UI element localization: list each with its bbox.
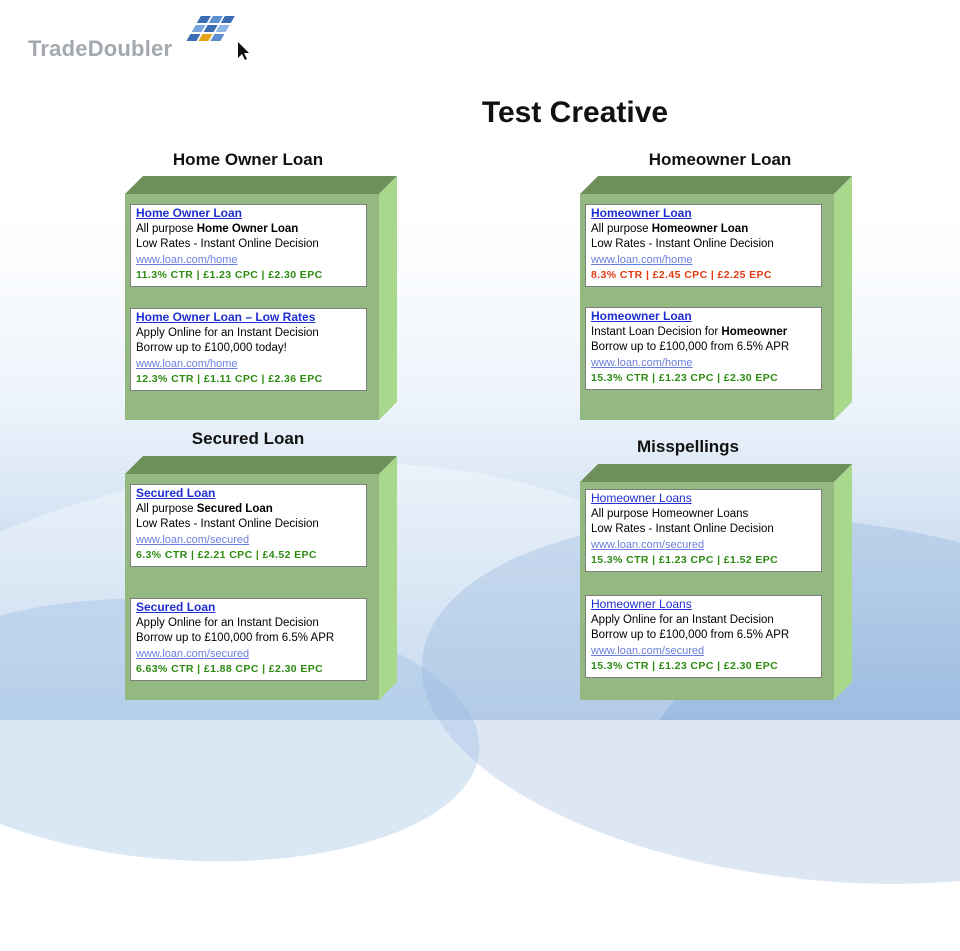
ad-headline-link[interactable]: Homeowner Loans [591, 491, 821, 507]
ad-description-line: Apply Online for an Instant Decision [136, 616, 319, 629]
section-title-misspellings: Misspellings [636, 437, 740, 456]
text-ad: Home Owner Loan All purpose Home Owner L… [130, 204, 367, 287]
ad-description-line: Low Rates - Instant Online Decision [136, 238, 319, 250]
text-ad: Home Owner Loan – Low Rates Apply Online… [130, 308, 367, 391]
ad-stats: 11.3% CTR | £1.23 CPC | £2.30 EPC [136, 269, 323, 281]
ad-display-url[interactable]: www.loan.com/secured [591, 538, 821, 554]
ad-display-url[interactable]: www.loan.com/secured [136, 647, 366, 663]
ad-stats: 6.3% CTR | £2.21 CPC | £4.52 EPC [136, 549, 317, 561]
text-ad: Homeowner Loan Instant Loan Decision for… [585, 307, 822, 390]
ad-description-line: Instant Loan Decision for Homeowner [591, 325, 788, 338]
text-ad: Homeowner Loans All purpose Homeowner Lo… [585, 489, 822, 572]
ad-stats: 15.3% CTR | £1.23 CPC | £2.30 EPC [591, 660, 779, 672]
ad-stats: 12.3% CTR | £1.11 CPC | £2.36 EPC [136, 373, 323, 385]
ad-display-url[interactable]: www.loan.com/home [136, 357, 366, 373]
text-ad: Homeowner Loan All purpose Homeowner Loa… [585, 204, 822, 287]
ad-display-url[interactable]: www.loan.com/secured [591, 644, 821, 660]
ad-description-line: All purpose Secured Loan [136, 502, 273, 515]
ad-description-line: Low Rates - Instant Online Decision [136, 518, 319, 530]
ad-description-line: All purpose Homeowner Loans [591, 507, 749, 520]
section-title-home-owner-loan: Home Owner Loan [172, 150, 324, 169]
ad-description-line: Low Rates - Instant Online Decision [591, 523, 774, 535]
page-title: Test Creative [481, 96, 669, 129]
ad-description-line: Apply Online for an Instant Decision [591, 613, 774, 626]
ad-group-box: Home Owner Loan All purpose Home Owner L… [125, 176, 397, 420]
tradedoubler-logo: TradeDoubler [28, 14, 249, 66]
ad-headline-link[interactable]: Homeowner Loans [591, 597, 821, 613]
ad-headline-link[interactable]: Homeowner Loan [591, 309, 821, 325]
ad-display-url[interactable]: www.loan.com/home [591, 253, 821, 269]
logo-tiles-icon [186, 16, 249, 60]
ad-display-url[interactable]: www.loan.com/home [136, 253, 366, 269]
text-ad: Homeowner Loans Apply Online for an Inst… [585, 595, 822, 678]
cursor-icon [238, 42, 249, 60]
text-ad: Secured Loan Apply Online for an Instant… [130, 598, 367, 681]
ad-stats: 15.3% CTR | £1.23 CPC | £2.30 EPC [591, 372, 779, 384]
ad-stats: 6.63% CTR | £1.88 CPC | £2.30 EPC [136, 663, 324, 675]
ad-headline-link[interactable]: Homeowner Loan [591, 206, 821, 222]
ad-description-line: Borrow up to £100,000 from 6.5% APR [591, 341, 790, 353]
ad-description-line: All purpose Home Owner Loan [136, 222, 299, 235]
ad-group-box: Homeowner Loan All purpose Homeowner Loa… [580, 176, 852, 420]
ad-description-line: Borrow up to £100,000 from 6.5% APR [136, 632, 335, 644]
ad-group-box: Secured Loan All purpose Secured Loan Lo… [125, 456, 397, 700]
ad-display-url[interactable]: www.loan.com/secured [136, 533, 366, 549]
section-title-secured-loan: Secured Loan [191, 429, 305, 448]
logo-wordmark: TradeDoubler [28, 36, 173, 61]
ad-headline-link[interactable]: Secured Loan [136, 600, 366, 616]
text-ad: Secured Loan All purpose Secured Loan Lo… [130, 484, 367, 567]
ad-group-box: Homeowner Loans All purpose Homeowner Lo… [580, 464, 852, 700]
ad-description-line: Borrow up to £100,000 from 6.5% APR [591, 629, 790, 641]
ad-description-line: Low Rates - Instant Online Decision [591, 238, 774, 250]
ad-description-line: All purpose Homeowner Loan [591, 222, 749, 235]
ad-headline-link[interactable]: Home Owner Loan – Low Rates [136, 310, 366, 326]
ad-stats: 8.3% CTR | £2.45 CPC | £2.25 EPC [591, 269, 772, 281]
ad-headline-link[interactable]: Secured Loan [136, 486, 366, 502]
section-title-homeowner-loan: Homeowner Loan [648, 150, 792, 169]
ad-headline-link[interactable]: Home Owner Loan [136, 206, 366, 222]
ad-stats: 15.3% CTR | £1.23 CPC | £1.52 EPC [591, 554, 779, 566]
ad-description-line: Apply Online for an Instant Decision [136, 326, 319, 339]
ad-description-line: Borrow up to £100,000 today! [136, 342, 287, 354]
ad-display-url[interactable]: www.loan.com/home [591, 356, 821, 372]
